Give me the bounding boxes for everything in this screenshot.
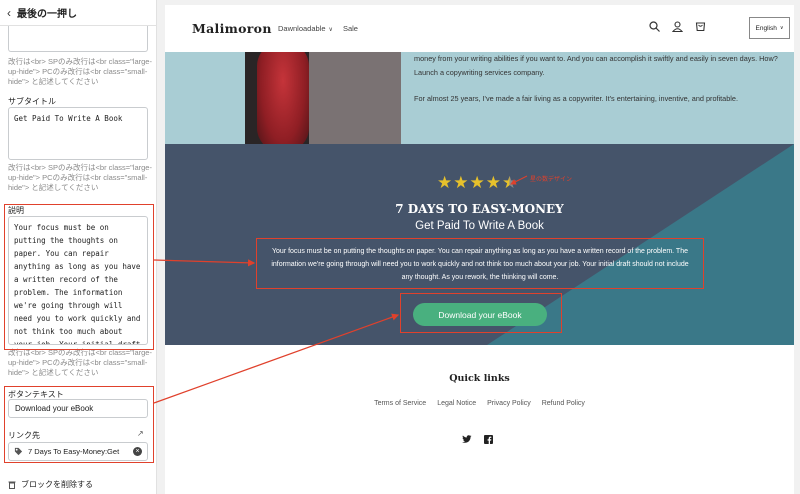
rating-annotation: 星の数デザイン [530,177,573,183]
twitter-icon[interactable] [462,435,472,444]
description-label: 説明 [8,206,24,215]
language-selector[interactable]: English ∨ [749,17,790,39]
clear-icon[interactable]: × [133,447,142,456]
line-break-hint: 改行は<br> SPのみ改行は<br class="large-up-hide"… [8,57,152,86]
store-logo[interactable]: Malimoron [192,21,272,36]
nav-item-sale[interactable]: Sale [343,24,358,33]
app-root: ‹ 最後の一押し 改行は<br> SPのみ改行は<br class="large… [0,0,800,494]
footer-link-terms[interactable]: Terms of Service [374,400,426,407]
about-paragraph: For almost 25 years, I've made a fair li… [414,94,739,103]
star-icon: ★ [485,173,501,192]
social-links [462,435,493,444]
hero-section: ★ ★ ★ ★ ★ 星の数デザイン 7 DAYS TO EASY-MONEY G… [165,144,794,345]
store-header: Malimoron Dawnloadable ∨ Sale English ∨ [165,5,794,52]
subtitle-field[interactable]: Get Paid To Write A Book [8,107,148,160]
tag-icon [14,447,23,456]
cart-icon[interactable] [695,21,706,32]
delete-block-button[interactable]: ブロックを削除する [8,479,93,490]
chevron-down-icon: ∨ [328,27,333,33]
star-half-icon: ★ [502,173,518,192]
store-preview: Malimoron Dawnloadable ∨ Sale English ∨ … [165,5,794,494]
facebook-icon[interactable] [484,435,493,444]
title-field[interactable] [8,26,148,52]
subtitle-label: サブタイトル [8,97,56,106]
panel-title: 最後の一押し [17,9,77,20]
chevron-left-icon[interactable]: ‹ [7,6,11,20]
hero-title: 7 DAYS TO EASY-MONEY [395,202,564,216]
footer-link-legal[interactable]: Legal Notice [437,400,476,407]
footer-link-privacy[interactable]: Privacy Policy [487,400,531,407]
trash-icon [8,481,16,489]
button-text-field[interactable]: Download your eBook [8,399,148,418]
star-icon: ★ [469,173,485,192]
settings-panel: ‹ 最後の一押し 改行は<br> SPのみ改行は<br class="large… [0,0,157,494]
nav-item-dawnloadable[interactable]: Dawnloadable ∨ [278,24,333,33]
star-rating: ★ ★ ★ ★ ★ [437,174,517,191]
hero-description: Your focus must be on putting the though… [271,248,689,281]
description-field[interactable]: Your focus must be on putting the though… [8,216,148,345]
account-icon[interactable] [672,21,683,32]
star-icon: ★ [453,173,469,192]
main-nav: Dawnloadable ∨ Sale [278,24,358,33]
link-field[interactable]: 7 Days To Easy-Money:Get × [8,442,148,461]
link-label: リンク先 [8,431,40,440]
chevron-down-icon: ∨ [779,25,784,31]
hero-subtitle: Get Paid To Write A Book [415,220,544,232]
footer-links: Terms of Service Legal Notice Privacy Po… [165,400,794,407]
star-icon: ★ [437,173,453,192]
author-photo [245,52,401,144]
line-break-hint: 改行は<br> SPのみ改行は<br class="large-up-hide"… [8,163,152,192]
link-value: 7 Days To Easy-Money:Get [28,447,120,456]
footer-title: Quick links [449,373,510,384]
download-ebook-button[interactable]: Download your eBook [413,303,547,326]
footer-link-refund[interactable]: Refund Policy [542,400,585,407]
line-break-hint: 改行は<br> SPのみ改行は<br class="large-up-hide"… [8,348,152,377]
panel-header: ‹ 最後の一押し [0,0,156,26]
delete-block-label: ブロックを削除する [21,480,93,489]
about-paragraph: money from your writing abilities if you… [414,54,778,77]
header-icons [649,21,706,32]
search-icon[interactable] [649,21,660,32]
external-link-icon[interactable]: ↗ [137,429,144,438]
